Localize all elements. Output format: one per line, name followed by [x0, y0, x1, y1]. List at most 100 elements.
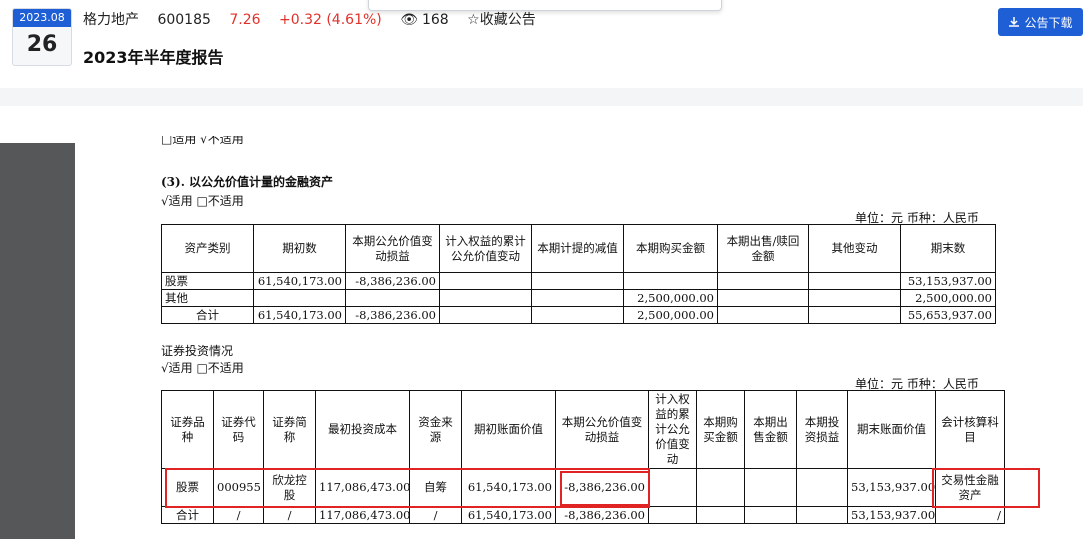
table-cell — [648, 506, 697, 524]
table-cell: 117,086,473.00 — [315, 506, 410, 524]
section-title-securities: 证券投资情况 — [161, 344, 234, 358]
date-badge: 2023.08 26 — [12, 8, 72, 66]
highlight-box-fair-value-change — [560, 471, 650, 506]
header-cell: 资产类别 — [161, 224, 254, 273]
table-cell: / — [263, 506, 316, 524]
header-cell: 本期计提的减值 — [531, 224, 624, 273]
table-cell: 53,153,937.00 — [900, 272, 996, 290]
header-cell: 计入权益的累计公允价值变动 — [439, 224, 532, 273]
header-cell: 本期公允价值变动损益 — [555, 390, 649, 469]
header-cell: 期末账面价值 — [847, 390, 936, 469]
table-cell: 合计 — [161, 506, 214, 524]
table-cell — [796, 468, 848, 507]
download-button[interactable]: 公告下载 — [998, 8, 1083, 36]
header-cell: 会计核算科目 — [935, 390, 1005, 469]
table-cell: 61,540,173.00 — [461, 506, 556, 524]
header-cell: 证券代码 — [213, 390, 264, 469]
table-cell: 53,153,937.00 — [847, 468, 936, 507]
table-cell — [744, 468, 797, 507]
applicable-checkbox-line: √适用 □不适用 — [161, 194, 244, 208]
table-cell — [253, 289, 346, 307]
table-cell — [439, 306, 532, 324]
table-cell: 55,653,937.00 — [900, 306, 996, 324]
table-cell: / — [213, 506, 264, 524]
table-cell — [808, 306, 901, 324]
table-cell — [648, 468, 697, 507]
table-cell — [808, 272, 901, 290]
company-name[interactable]: 格力地产 — [83, 12, 139, 28]
table-cell — [696, 506, 745, 524]
table-cell — [623, 272, 718, 290]
table-cell — [696, 468, 745, 507]
cut-off-applicable-line: □适用 √不适用 — [161, 136, 244, 146]
stock-price: 7.26 — [229, 12, 261, 28]
announcement-header: 2023.08 26 格力地产 600185 7.26 +0.32 (4.61%… — [0, 0, 1083, 88]
table-cell: 2,500,000.00 — [900, 289, 996, 307]
table-cell: 2,500,000.00 — [623, 306, 718, 324]
table-cell — [796, 506, 848, 524]
table-row-total: 合计 61,540,173.00 -8,386,236.00 2,500,000… — [161, 306, 996, 324]
table-cell: 53,153,937.00 — [847, 506, 936, 524]
favorite-label: 收藏公告 — [479, 12, 536, 28]
table-cell — [531, 272, 624, 290]
table-cell: 股票 — [161, 272, 254, 290]
table-cell — [717, 306, 809, 324]
page-title: 2023年半年度报告 — [83, 48, 224, 67]
table-cell: -8,386,236.00 — [555, 506, 649, 524]
eye-icon: 👁 — [400, 12, 418, 28]
download-label: 公告下载 — [1024, 15, 1073, 30]
table-cell — [717, 272, 809, 290]
header-cell: 本期出售金额 — [744, 390, 797, 469]
header-cell: 本期投资损益 — [796, 390, 848, 469]
price-change: +0.32 (4.61%) — [278, 12, 382, 28]
table-cell: 61,540,173.00 — [253, 306, 346, 324]
table-row-total: 合计 / / 117,086,473.00 / 61,540,173.00 -8… — [161, 506, 1005, 524]
table-cell — [439, 289, 532, 307]
stock-code: 600185 — [157, 12, 211, 28]
fair-value-assets-table: 资产类别 期初数 本期公允价值变动损益 计入权益的累计公允价值变动 本期计提的减… — [161, 224, 996, 324]
table-row: 其他 2,500,000.00 2,500,000.00 — [161, 289, 996, 307]
date-month: 2023.08 — [13, 9, 71, 27]
date-day: 26 — [26, 32, 58, 57]
applicable-checkbox-line: √适用 □不适用 — [161, 361, 244, 375]
table-cell — [717, 289, 809, 307]
header-cell: 资金来源 — [409, 390, 462, 469]
table-cell: 合计 — [161, 306, 254, 324]
viewer-left-gutter — [0, 143, 75, 539]
table-header-row: 证券品种 证券代码 证券简称 最初投资成本 资金来源 期初账面价值 本期公允价值… — [161, 390, 1005, 469]
table-cell: -8,386,236.00 — [345, 272, 440, 290]
section-title-fair-value-assets: (3). 以公允价值计量的金融资产 — [161, 175, 334, 189]
header-cell: 最初投资成本 — [315, 390, 410, 469]
header-cell: 其他变动 — [808, 224, 901, 273]
table-cell — [345, 289, 440, 307]
table-cell — [531, 306, 624, 324]
view-count: 👁 168 — [400, 12, 449, 28]
header-cell: 本期公允价值变动损益 — [345, 224, 440, 273]
header-cell: 期初数 — [253, 224, 346, 273]
table-cell — [439, 272, 532, 290]
table-cell: -8,386,236.00 — [345, 306, 440, 324]
header-cell: 证券品种 — [161, 390, 214, 469]
table-cell: 2,500,000.00 — [623, 289, 718, 307]
table-row: 股票 61,540,173.00 -8,386,236.00 53,153,93… — [161, 272, 996, 290]
header-cell: 期初账面价值 — [461, 390, 556, 469]
header-cell: 本期购买金额 — [696, 390, 745, 469]
table-cell — [744, 506, 797, 524]
table-cell: 61,540,173.00 — [253, 272, 346, 290]
header-divider — [0, 88, 1083, 106]
download-icon — [1009, 17, 1020, 27]
header-cell: 本期出售/赎回金额 — [717, 224, 809, 273]
table-cell — [808, 289, 901, 307]
dropdown-popup — [368, 0, 722, 11]
header-cell: 计入权益的累计公允价值变动 — [648, 390, 697, 469]
table-cell: 其他 — [161, 289, 254, 307]
header-cell: 本期购买金额 — [623, 224, 718, 273]
highlight-box-accounting-subject — [932, 468, 1040, 508]
pdf-document-page: □适用 √不适用 (3). 以公允价值计量的金融资产 √适用 □不适用 单位：元… — [75, 106, 1083, 539]
header-cell: 证券简称 — [263, 390, 316, 469]
favorite-button[interactable]: ☆收藏公告 — [467, 12, 536, 28]
header-cell: 期末数 — [900, 224, 996, 273]
star-icon: ☆ — [467, 12, 480, 28]
table-cell: / — [409, 506, 462, 524]
table-header-row: 资产类别 期初数 本期公允价值变动损益 计入权益的累计公允价值变动 本期计提的减… — [161, 224, 996, 273]
